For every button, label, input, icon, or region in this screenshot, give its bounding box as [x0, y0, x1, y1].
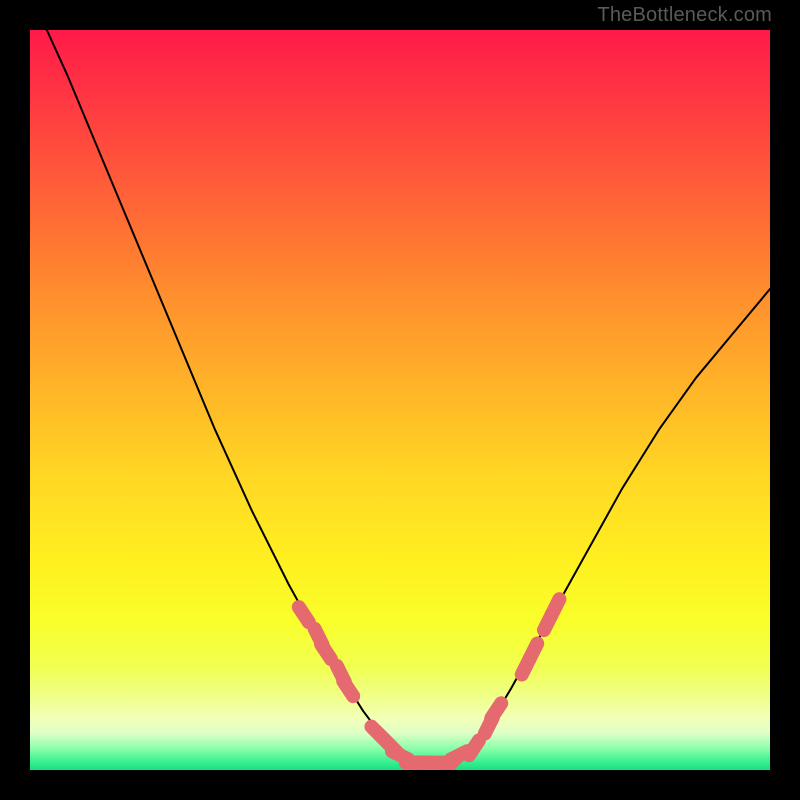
watermark-text: TheBottleneck.com	[597, 4, 772, 27]
chart-frame: TheBottleneck.com	[0, 0, 800, 800]
gradient-background	[30, 30, 770, 770]
